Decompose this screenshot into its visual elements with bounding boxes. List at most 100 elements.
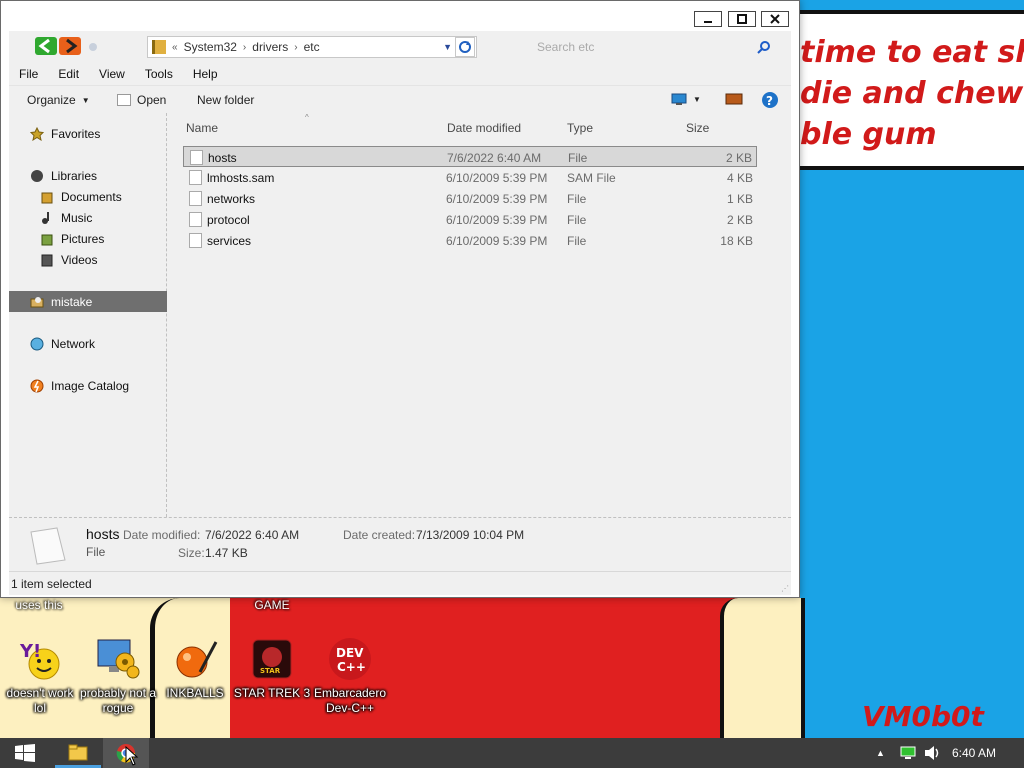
preview-pane-button[interactable] xyxy=(725,92,743,106)
sidebar-item-label: mistake xyxy=(51,294,93,309)
file-name: protocol xyxy=(207,213,250,227)
file-row-services[interactable]: services 6/10/2009 5:39 PM File 18 KB xyxy=(183,230,757,251)
network-icon xyxy=(29,336,45,352)
desktop-icon-inkballs[interactable]: INKBALLS xyxy=(155,636,235,701)
organize-button[interactable]: Organize ▼ xyxy=(27,93,90,107)
file-type: SAM File xyxy=(567,171,616,185)
file-row-hosts[interactable]: hosts 7/6/2022 6:40 AM File 2 KB xyxy=(183,146,757,167)
close-button[interactable] xyxy=(761,11,789,27)
desktop-icon-yahoo[interactable]: Y! doesn't work lol xyxy=(0,636,80,716)
refresh-button[interactable] xyxy=(455,37,475,57)
sidebar-item-label: Network xyxy=(51,336,96,351)
search-icon[interactable] xyxy=(757,40,771,54)
menu-file[interactable]: File xyxy=(9,67,48,81)
breadcrumb-system32[interactable]: System32 xyxy=(184,40,237,54)
file-name: services xyxy=(207,234,252,248)
menu-tools[interactable]: Tools xyxy=(135,67,183,81)
forward-arrow-icon xyxy=(66,38,78,54)
wallpaper-text: time to eat shit die and chew ble gum xyxy=(800,35,1024,152)
folder-icon xyxy=(152,40,166,54)
svg-text:STAR: STAR xyxy=(260,667,281,675)
help-button[interactable]: ? xyxy=(761,91,779,109)
desktop-icon-system-settings[interactable]: probably not a rogue xyxy=(78,636,158,716)
forward-button[interactable] xyxy=(59,37,81,55)
resize-grip-icon[interactable]: ⋰ xyxy=(781,584,789,593)
refresh-icon xyxy=(459,41,471,53)
file-icon xyxy=(189,170,202,185)
details-size-label: Size: xyxy=(178,546,205,560)
column-header-size[interactable]: Size xyxy=(686,121,709,135)
start-button[interactable] xyxy=(2,738,48,768)
volume-icon[interactable] xyxy=(924,745,942,764)
taskbar-chrome-button[interactable] xyxy=(103,738,149,768)
sidebar-item-music[interactable]: Music xyxy=(9,207,167,228)
open-label: Open xyxy=(137,93,167,107)
chevron-right-icon[interactable]: › xyxy=(243,42,246,53)
sidebar-item-documents[interactable]: Documents xyxy=(9,186,167,207)
desktop-icon-star-trek[interactable]: STAR STAR TREK 3 xyxy=(232,636,312,701)
sidebar-item-favorites[interactable]: Favorites xyxy=(9,123,167,144)
breadcrumb-drivers[interactable]: drivers xyxy=(252,40,288,54)
sidebar-item-pictures[interactable]: Pictures xyxy=(9,228,167,249)
recent-pages-dropdown[interactable] xyxy=(89,43,97,51)
file-icon xyxy=(189,212,202,227)
desktop-icon-dev-cpp[interactable]: DEV C++ Embarcadero Dev-C++ xyxy=(310,636,390,716)
search-input[interactable]: Search etc xyxy=(531,36,781,58)
file-row-lmhosts[interactable]: lmhosts.sam 6/10/2009 5:39 PM SAM File 4… xyxy=(183,167,757,188)
show-hidden-icons-button[interactable]: ▲ xyxy=(876,748,885,758)
file-type: File xyxy=(567,234,587,248)
menu-help[interactable]: Help xyxy=(183,67,228,81)
back-button[interactable] xyxy=(35,37,57,55)
breadcrumb-etc[interactable]: etc xyxy=(304,40,320,54)
menu-bar: File Edit View Tools Help xyxy=(9,63,791,85)
sidebar-item-image-catalog[interactable]: Image Catalog xyxy=(9,375,167,396)
file-icon xyxy=(189,191,202,206)
new-folder-button[interactable]: New folder xyxy=(197,93,254,107)
chevron-right-icon[interactable]: › xyxy=(294,42,297,53)
change-view-button[interactable]: ▼ xyxy=(671,92,701,106)
libraries-icon xyxy=(29,168,45,184)
sidebar-item-label: Pictures xyxy=(61,231,105,246)
menu-view[interactable]: View xyxy=(89,67,135,81)
minimize-button[interactable] xyxy=(694,11,722,27)
taskbar-explorer-button[interactable] xyxy=(55,738,101,768)
documents-icon xyxy=(39,189,55,205)
new-folder-label: New folder xyxy=(197,93,255,107)
videos-icon xyxy=(39,252,55,268)
column-header-date[interactable]: Date modified xyxy=(447,121,521,135)
column-header-name[interactable]: Name xyxy=(186,121,218,135)
network-status-icon[interactable] xyxy=(900,746,916,763)
details-created-value: 7/13/2009 10:04 PM xyxy=(416,528,525,542)
file-row-protocol[interactable]: protocol 6/10/2009 5:39 PM File 2 KB xyxy=(183,209,757,230)
dev-cpp-icon: DEV C++ xyxy=(327,636,373,682)
file-date: 6/10/2009 5:39 PM xyxy=(446,192,548,206)
file-size: 2 KB xyxy=(725,151,752,165)
menu-edit[interactable]: Edit xyxy=(48,67,89,81)
explorer-window: « System32 › drivers › etc ▼ Search etc … xyxy=(0,0,800,598)
svg-text:DEV: DEV xyxy=(336,646,364,660)
file-row-networks[interactable]: networks 6/10/2009 5:39 PM File 1 KB xyxy=(183,188,757,209)
sidebar-item-mistake[interactable]: mistake xyxy=(9,291,167,312)
preview-pane-icon xyxy=(725,93,743,105)
details-pane: hosts File Date modified: 7/6/2022 6:40 … xyxy=(9,517,791,571)
file-date: 6/10/2009 5:39 PM xyxy=(446,213,548,227)
details-size-value: 1.47 KB xyxy=(205,546,248,560)
breadcrumb-overflow[interactable]: « xyxy=(172,42,178,53)
breadcrumb[interactable]: « System32 › drivers › etc ▼ xyxy=(147,36,477,58)
title-bar[interactable] xyxy=(1,1,799,31)
column-header-type[interactable]: Type xyxy=(567,121,593,135)
desktop-label-game: GAME xyxy=(254,598,290,612)
file-icon xyxy=(190,150,203,165)
maximize-button[interactable] xyxy=(728,11,756,27)
address-dropdown-icon[interactable]: ▼ xyxy=(443,42,452,52)
sidebar-item-videos[interactable]: Videos xyxy=(9,249,167,270)
details-file-type: File xyxy=(86,545,106,559)
details-created-label: Date created: xyxy=(343,528,416,542)
status-text: 1 item selected xyxy=(11,576,92,591)
details-file-name: hosts xyxy=(86,526,120,542)
clock[interactable]: 6:40 AM xyxy=(952,746,996,760)
open-button[interactable]: Open xyxy=(117,93,166,107)
sidebar-item-libraries[interactable]: Libraries xyxy=(9,165,167,186)
sidebar-item-network[interactable]: Network xyxy=(9,333,167,354)
file-date: 6/10/2009 5:39 PM xyxy=(446,234,548,248)
